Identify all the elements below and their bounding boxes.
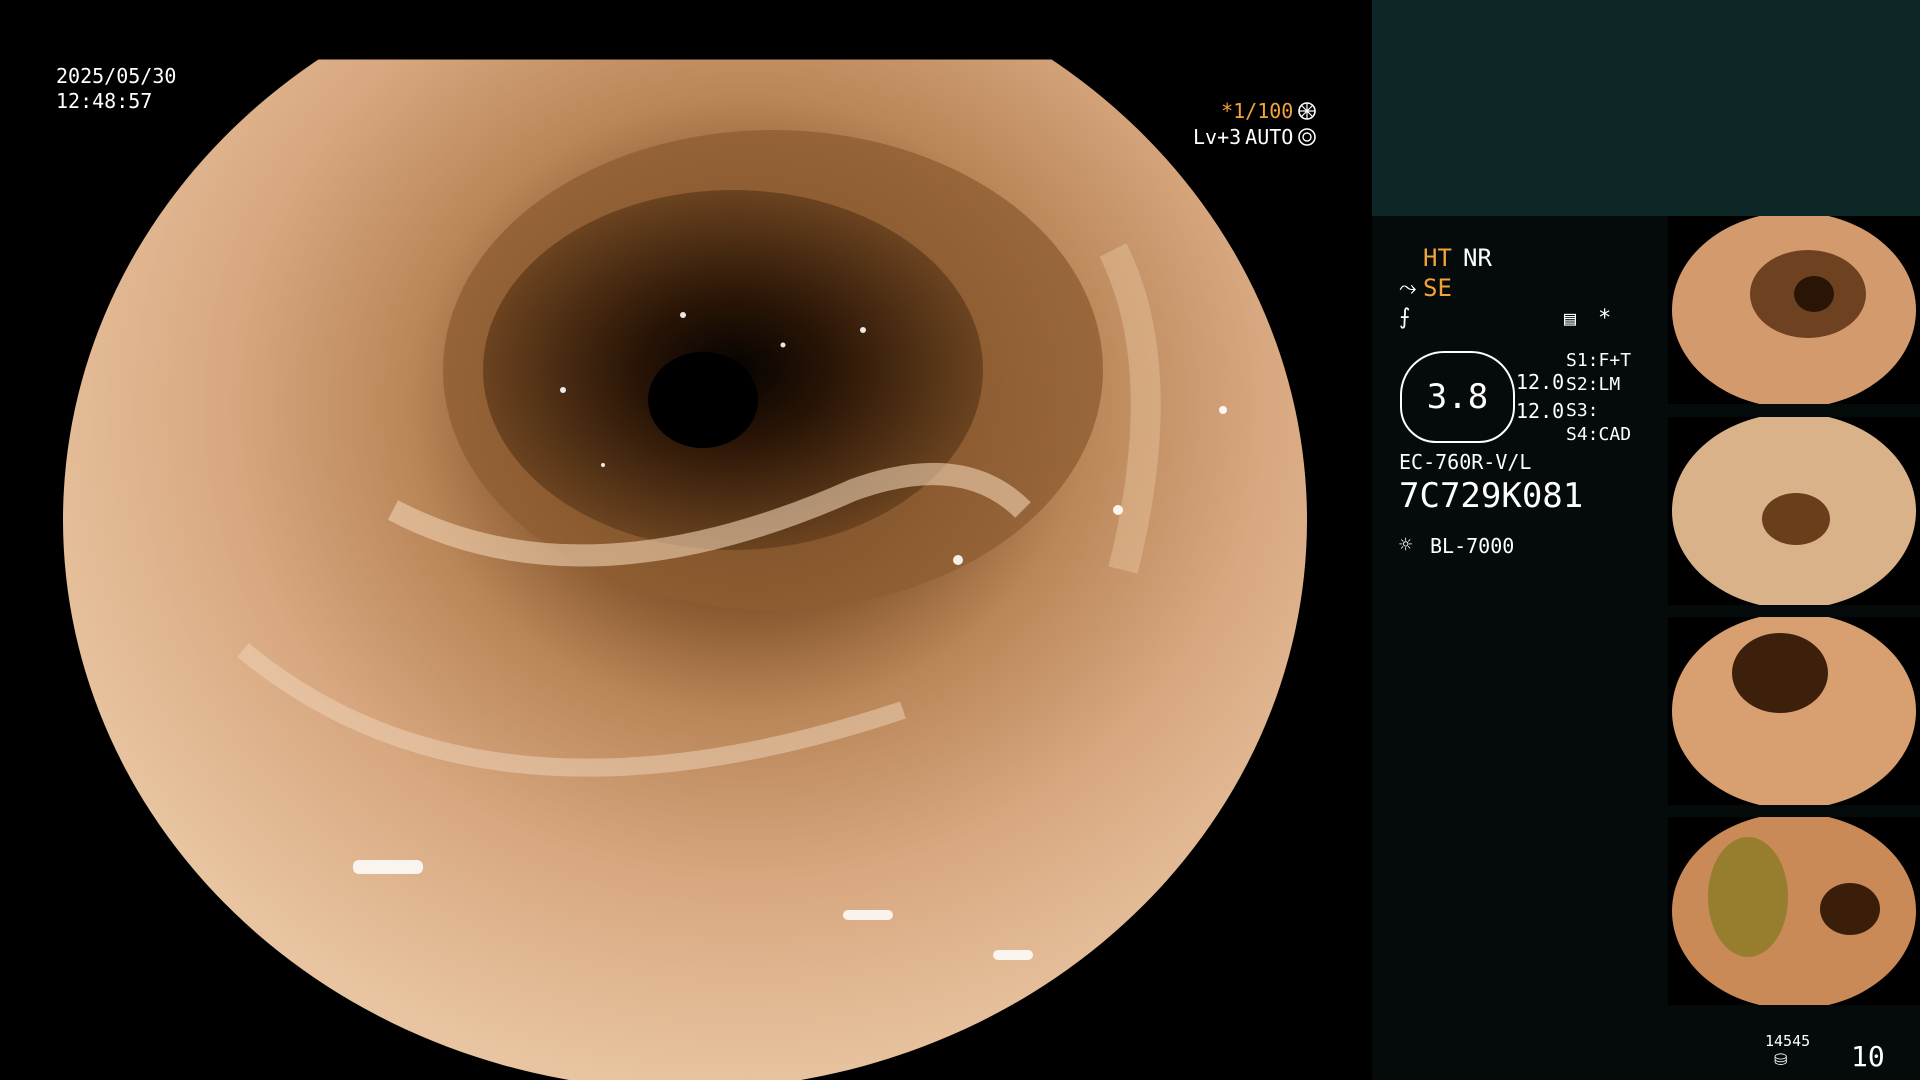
storage-icon: ⛁ bbox=[1774, 1050, 1788, 1069]
switch-1-key: S1: bbox=[1566, 350, 1599, 371]
thumbnail-3[interactable] bbox=[1668, 617, 1920, 805]
level-text: Lv+3 bbox=[1193, 125, 1242, 149]
enhance-icon: ⤳ bbox=[1399, 276, 1417, 301]
value-2: 12.0 bbox=[1516, 399, 1565, 423]
scope-model: EC-760R-V/L bbox=[1399, 450, 1532, 474]
time-text: 12:48:57 bbox=[56, 89, 153, 113]
ht-indicator: HT bbox=[1423, 244, 1452, 272]
nr-indicator: NR bbox=[1463, 244, 1492, 272]
image-counter: 14545 bbox=[1765, 1032, 1811, 1050]
switch-4-key: S4: bbox=[1566, 424, 1599, 445]
capture-count: 10 bbox=[1851, 1040, 1885, 1073]
thumbnail-2[interactable] bbox=[1668, 417, 1920, 605]
light-source-icon: ☼ bbox=[1399, 533, 1413, 558]
thumbnail-4[interactable] bbox=[1668, 817, 1920, 1005]
aperture-icon bbox=[1298, 102, 1317, 120]
side-panel-header bbox=[1372, 0, 1920, 216]
scope-indicator: 3.8 bbox=[1400, 351, 1515, 443]
settings-list-icon: ▤ bbox=[1564, 306, 1577, 330]
flat-icon: ⨍ bbox=[1399, 305, 1411, 330]
side-panel: HT NR ⤳ SE ⨍ ▤ * 3.8 12.0 12.0 S1:F+T S2… bbox=[1372, 0, 1920, 1080]
light-source-label: BL-7000 bbox=[1430, 534, 1515, 558]
settings-star: * bbox=[1598, 306, 1612, 331]
shutter-text: *1/100 bbox=[1221, 99, 1294, 123]
endoscope-main-view: 2025/05/30 12:48:57 *1/100 Lv+3 AUTO bbox=[0, 0, 1372, 1080]
date-time-overlay: 2025/05/30 12:48:57 bbox=[56, 64, 176, 114]
colon-lumen-image bbox=[63, 59, 1308, 1080]
switch-2-key: S2: bbox=[1566, 374, 1599, 395]
date-text: 2025/05/30 bbox=[56, 64, 177, 88]
switch-3-key: S3: bbox=[1566, 400, 1599, 421]
iris-icon bbox=[1298, 128, 1317, 146]
thumbnail-1[interactable] bbox=[1668, 216, 1920, 404]
switch-1-val: F+T bbox=[1598, 350, 1632, 371]
scope-serial: 7C729K081 bbox=[1399, 476, 1584, 516]
se-indicator: SE bbox=[1423, 274, 1452, 302]
value-1: 12.0 bbox=[1516, 370, 1565, 394]
switch-2-val: LM bbox=[1598, 374, 1621, 395]
scope-value: 3.8 bbox=[1426, 377, 1489, 417]
switch-4-val: CAD bbox=[1598, 424, 1632, 445]
mode-text: AUTO bbox=[1245, 125, 1294, 149]
exposure-overlay: *1/100 Lv+3 AUTO bbox=[1193, 98, 1317, 150]
